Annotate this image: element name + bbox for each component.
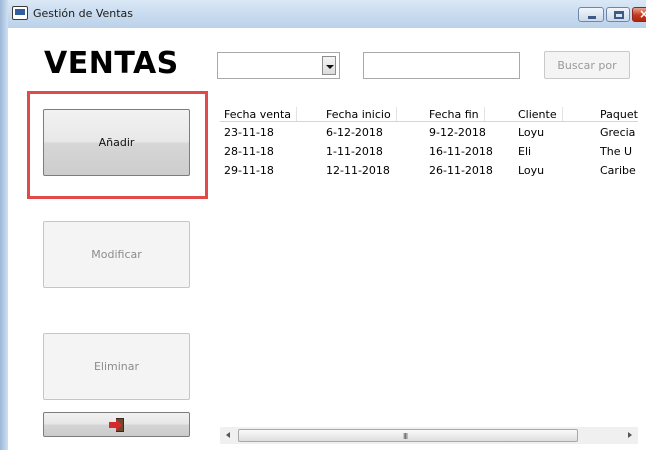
close-icon: × (639, 7, 646, 21)
cell-fecha-fin: 9-12-2018 (429, 126, 486, 139)
maximize-icon (614, 11, 624, 19)
sales-table[interactable]: Fecha venta Fecha inicio Fecha fin Clien… (220, 107, 638, 447)
cell-paquete: The U (600, 145, 633, 158)
scrollbar-thumb[interactable]: III (238, 429, 578, 442)
modify-button[interactable]: Modificar (43, 221, 190, 288)
minimize-button[interactable] (578, 7, 604, 22)
cell-paquete: Grecia (600, 126, 636, 139)
cell-fecha-fin: 16-11-2018 (429, 145, 493, 158)
title-bar[interactable]: Gestión de Ventas × (8, 0, 646, 28)
minimize-icon (588, 16, 596, 19)
cell-fecha-venta: 23-11-18 (224, 126, 274, 139)
monitor-icon (12, 6, 28, 20)
horizontal-scrollbar[interactable]: III (220, 427, 638, 444)
delete-button[interactable]: Eliminar (43, 333, 190, 400)
column-header-cliente[interactable]: Cliente (518, 107, 563, 121)
maximize-button[interactable] (606, 7, 630, 22)
cell-fecha-inicio: 6-12-2018 (326, 126, 383, 139)
table-row[interactable]: 23-11-18 6-12-2018 9-12-2018 Loyu Grecia (220, 124, 638, 143)
cell-cliente: Eli (518, 145, 532, 158)
cell-fecha-fin: 26-11-2018 (429, 164, 493, 177)
column-header-fecha-venta[interactable]: Fecha venta (224, 107, 298, 121)
search-button[interactable]: Buscar por (544, 51, 630, 79)
scrollbar-grip: III (403, 432, 408, 441)
table-row[interactable]: 29-11-18 12-11-2018 26-11-2018 Loyu Cari… (220, 162, 638, 181)
table-header: Fecha venta Fecha inicio Fecha fin Clien… (220, 107, 638, 122)
cell-paquete: Caribe (600, 164, 636, 177)
cell-cliente: Loyu (518, 164, 545, 177)
cell-fecha-venta: 29-11-18 (224, 164, 274, 177)
table-row[interactable]: 28-11-18 1-11-2018 16-11-2018 Eli The U (220, 143, 638, 162)
close-button[interactable]: × (632, 7, 646, 22)
column-header-fecha-inicio[interactable]: Fecha inicio (326, 107, 397, 121)
column-header-fecha-fin[interactable]: Fecha fin (429, 107, 485, 121)
cell-cliente: Loyu (518, 126, 545, 139)
page-title: VENTAS (44, 46, 179, 81)
cell-fecha-inicio: 12-11-2018 (326, 164, 390, 177)
scroll-left-icon[interactable] (226, 432, 230, 438)
window-left-border (0, 0, 8, 450)
exit-button[interactable] (43, 412, 190, 437)
exit-door-icon (108, 417, 125, 433)
search-field-dropdown[interactable] (217, 52, 340, 79)
scroll-right-icon[interactable] (628, 432, 632, 438)
column-header-paquete[interactable]: Paquete (600, 108, 638, 121)
window-title: Gestión de Ventas (33, 7, 134, 20)
chevron-down-icon[interactable] (322, 56, 336, 75)
cell-fecha-inicio: 1-11-2018 (326, 145, 383, 158)
cell-fecha-venta: 28-11-18 (224, 145, 274, 158)
search-input[interactable] (363, 52, 520, 79)
add-button[interactable]: Añadir (43, 109, 190, 176)
